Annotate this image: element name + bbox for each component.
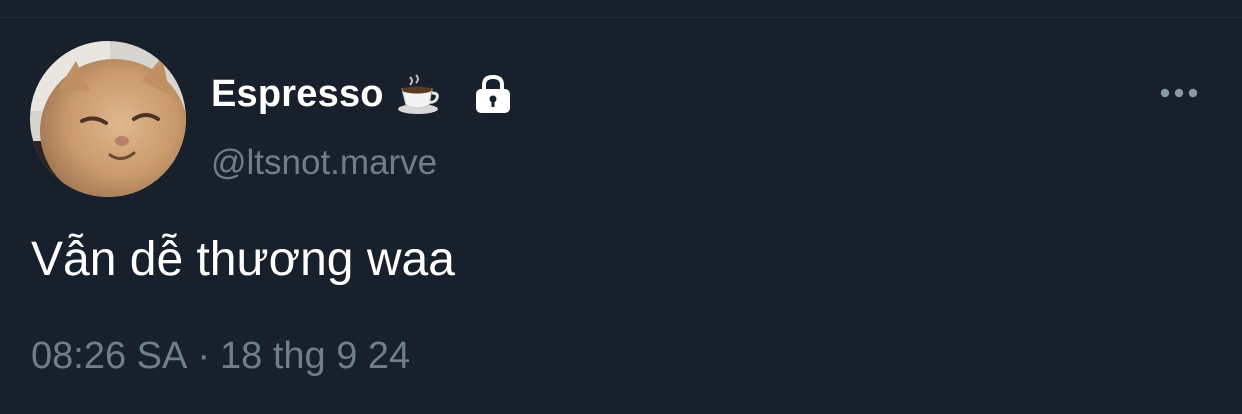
tweet-time[interactable]: 08:26 SA <box>31 334 187 378</box>
avatar[interactable] <box>30 41 186 197</box>
cat-avatar-image <box>30 41 186 197</box>
author-handle[interactable]: @ltsnot.marve <box>211 143 437 183</box>
tweet-text: Vẫn dễ thương waa <box>31 233 455 286</box>
more-dots-icon <box>1160 88 1198 98</box>
author-name-row: Espresso <box>211 66 514 122</box>
meta-separator: · <box>197 335 210 377</box>
more-options-button[interactable] <box>1154 76 1204 110</box>
tweet-date[interactable]: 18 thg 9 24 <box>220 334 410 378</box>
lock-icon <box>472 73 514 115</box>
top-divider <box>0 0 1242 18</box>
coffee-cup-icon <box>396 71 442 117</box>
display-name[interactable]: Espresso <box>211 73 384 116</box>
tweet-meta: 08:26 SA · 18 thg 9 24 <box>31 334 410 378</box>
